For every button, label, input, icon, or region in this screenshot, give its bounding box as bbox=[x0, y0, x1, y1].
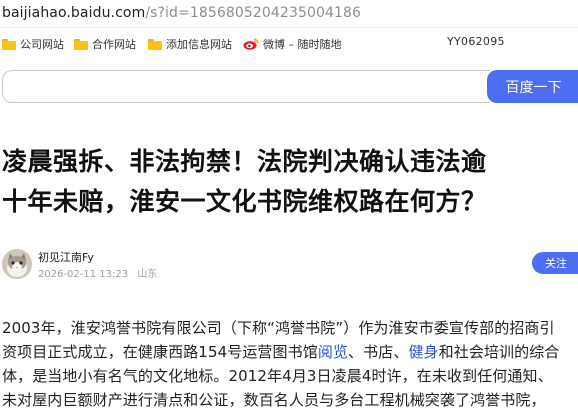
body-line: 体，是当地小有名气的文化地标。2012年4月3日凌晨4时许，在未收到任何通知、 bbox=[2, 367, 553, 385]
search-input[interactable] bbox=[2, 70, 490, 103]
avatar[interactable] bbox=[2, 249, 32, 279]
bookmark-weibo[interactable]: 微博 – 随时随地 bbox=[243, 35, 342, 53]
body-line: 资项目正式成立，在健康西路154号运营图书馆阅览、书店、健身和社会培训的综合 bbox=[2, 340, 578, 364]
search-button[interactable]: 百度一下 bbox=[487, 70, 578, 103]
url-domain: baijiahao.baidu.com bbox=[2, 5, 146, 21]
folder-icon bbox=[74, 38, 88, 50]
bookmark-label: 添加信息网站 bbox=[166, 38, 232, 51]
article-title: 凌晨强拆、非法拘禁！法院判决确认违法逾 十年未赔，淮安一文化书院维权路在何方？ bbox=[2, 142, 578, 222]
bookmark-company-site[interactable]: 公司网站 bbox=[2, 35, 64, 53]
bookmark-add-info-site[interactable]: 添加信息网站 bbox=[148, 35, 232, 53]
body-text-segment: 和社会培训的综合 bbox=[438, 343, 560, 361]
search-bar: 百度一下 bbox=[2, 70, 578, 103]
body-text-segment: 、书店、 bbox=[348, 343, 409, 361]
article-title-line: 凌晨强拆、非法拘禁！法院判决确认违法逾 bbox=[2, 147, 487, 176]
address-bar[interactable]: baijiahao.baidu.com/s?id=185680520423500… bbox=[0, 0, 578, 28]
article-title-line: 十年未赔，淮安一文化书院维权路在何方？ bbox=[2, 187, 487, 216]
publish-date: 2026-02-11 13:23 bbox=[38, 269, 129, 280]
reading-link[interactable]: 阅览 bbox=[318, 343, 348, 361]
article-body: 2003年，淮安鸿誉书院有限公司（下称“鸿誉书院”）作为淮安市委宣传部的招商引 … bbox=[2, 316, 578, 410]
fitness-link[interactable]: 健身 bbox=[408, 343, 438, 361]
author-name[interactable]: 初见江南Fy bbox=[38, 249, 94, 265]
publish-location: 山东 bbox=[137, 269, 158, 280]
author-bar: 初见江南Fy 2026-02-11 13:23 山东 关注 bbox=[2, 247, 578, 281]
folder-icon bbox=[148, 38, 162, 50]
bookmark-label: 合作网站 bbox=[92, 38, 136, 51]
body-line: 未对屋内巨额财产进行清点和公证，数百名人员与多台工程机械突袭了鸿誉书院， bbox=[2, 391, 546, 409]
follow-button[interactable]: 关注 bbox=[532, 252, 578, 274]
tag-code: YY062095 bbox=[447, 35, 505, 48]
body-line: 2003年，淮安鸿誉书院有限公司（下称“鸿誉书院”）作为淮安市委宣传部的招商引 bbox=[2, 319, 555, 337]
url-text[interactable]: baijiahao.baidu.com/s?id=185680520423500… bbox=[2, 5, 361, 21]
cat-avatar-icon bbox=[2, 249, 32, 279]
body-text-segment: 资项目正式成立，在健康西路154号运营图书馆 bbox=[2, 343, 318, 361]
bookmark-label: 微博 – 随时随地 bbox=[263, 38, 342, 51]
author-meta: 2026-02-11 13:23 山东 bbox=[38, 265, 163, 280]
folder-icon bbox=[2, 38, 16, 50]
bookmark-label: 公司网站 bbox=[20, 38, 64, 51]
bookmark-partner-site[interactable]: 合作网站 bbox=[74, 35, 136, 53]
url-path: /s?id=1856805204235004186 bbox=[145, 5, 361, 21]
weibo-icon bbox=[243, 38, 259, 50]
